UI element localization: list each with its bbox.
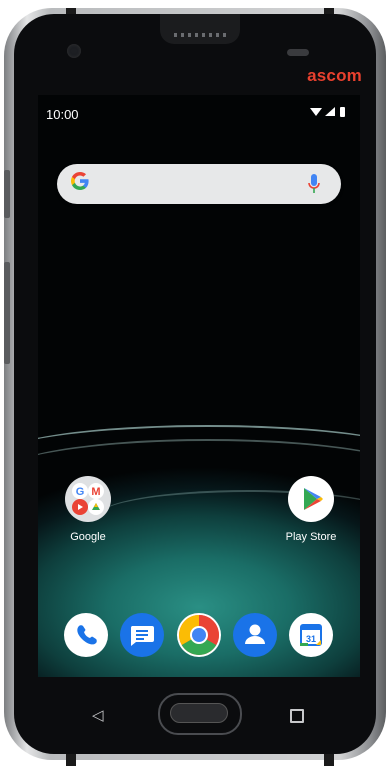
- svg-text:G: G: [76, 486, 85, 498]
- dock-messages[interactable]: [120, 613, 164, 657]
- home-button[interactable]: [158, 693, 242, 735]
- chrome-icon: [179, 615, 219, 655]
- calendar-icon: 31: [300, 624, 322, 646]
- home-screen: 10:00 G M Google Play Store 31: [38, 95, 360, 677]
- wifi-signal-battery-icon: [310, 107, 345, 117]
- front-camera: [67, 44, 81, 58]
- phone-icon: [77, 625, 97, 645]
- home-button-inner: [170, 703, 228, 723]
- side-button[interactable]: [4, 262, 10, 364]
- google-folder-icon: G M: [65, 476, 111, 522]
- google-search-bar[interactable]: [57, 164, 341, 204]
- earpiece-notch: [160, 14, 240, 44]
- calendar-day: 31: [306, 634, 316, 644]
- dock-phone[interactable]: [64, 613, 108, 657]
- google-g-icon: [71, 172, 89, 190]
- status-time: 10:00: [46, 107, 79, 122]
- contacts-icon: [245, 624, 265, 644]
- play-store-icon: [288, 476, 334, 522]
- dock-calendar[interactable]: 31: [289, 613, 333, 657]
- messages-icon: [130, 626, 154, 646]
- recent-apps-button[interactable]: [290, 709, 304, 723]
- status-icons: [310, 106, 350, 121]
- app-play-store[interactable]: Play Store: [271, 476, 351, 543]
- app-label: Google: [70, 531, 106, 543]
- speaker-grille: [174, 33, 226, 37]
- app-label: Play Store: [285, 531, 337, 543]
- dock-chrome[interactable]: [177, 613, 221, 657]
- brand-logo: ascom: [307, 66, 362, 85]
- proximity-sensor: [287, 49, 309, 56]
- dock-contacts[interactable]: [233, 613, 277, 657]
- svg-text:M: M: [91, 486, 100, 498]
- mic-icon[interactable]: [307, 173, 321, 195]
- back-button[interactable]: ◁: [92, 706, 104, 724]
- app-google-folder[interactable]: G M Google: [48, 476, 128, 543]
- volume-button[interactable]: [4, 170, 10, 218]
